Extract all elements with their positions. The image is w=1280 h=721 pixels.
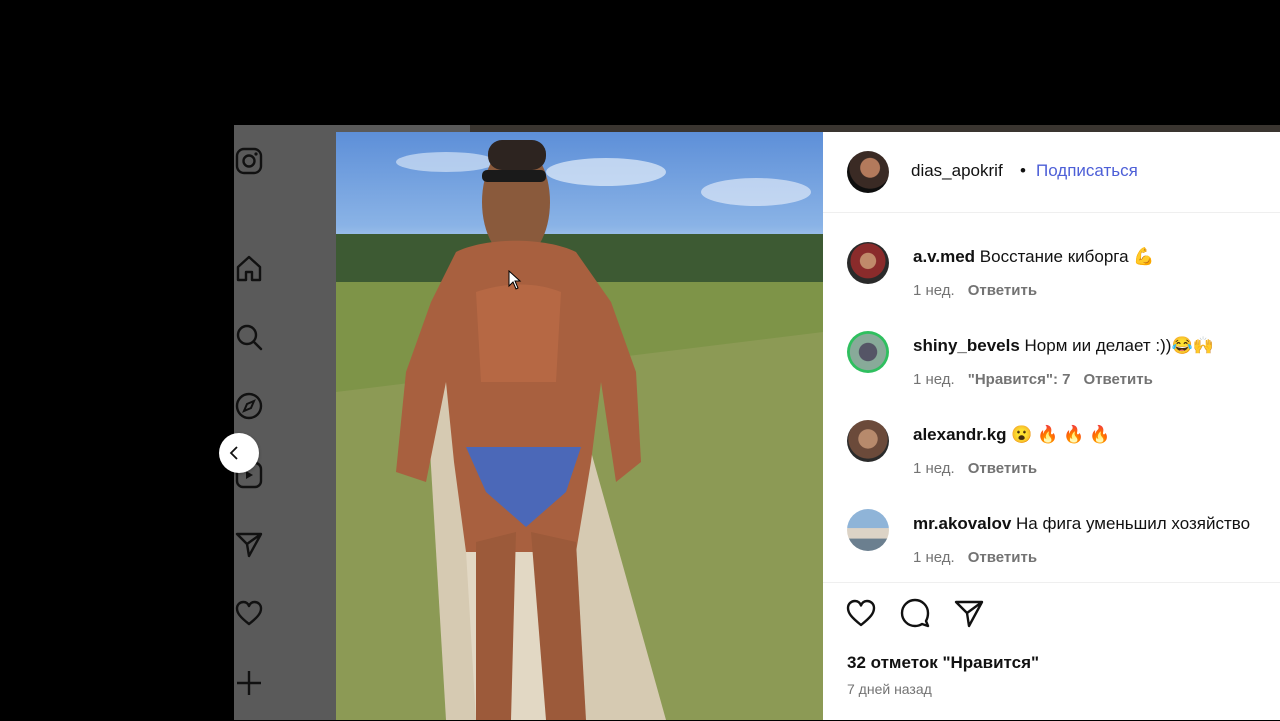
post-side-panel: dias_apokrif • Подписаться a.v.med Восст… bbox=[823, 132, 1280, 720]
reply-button[interactable]: Ответить bbox=[968, 460, 1037, 477]
comment-text: 😮 🔥 🔥 🔥 bbox=[1011, 425, 1111, 444]
comment-item: shiny_bevels Норм ии делает :))😂🙌 1 нед.… bbox=[823, 331, 1280, 411]
reply-button[interactable]: Ответить bbox=[1084, 371, 1153, 388]
instagram-icon[interactable] bbox=[234, 146, 264, 176]
home-icon[interactable] bbox=[234, 253, 264, 283]
comment-time: 1 нед. bbox=[913, 549, 955, 566]
comment-username[interactable]: shiny_bevels bbox=[913, 336, 1020, 355]
comment-item: mr.akovalov На фига уменьшил хозяйство 1… bbox=[823, 509, 1280, 589]
comment-likes-count[interactable]: "Нравится": 7 bbox=[968, 371, 1071, 388]
comment-text: На фига уменьшил хозяйство bbox=[1016, 514, 1251, 533]
mouse-cursor-icon bbox=[508, 270, 522, 290]
feed-strip bbox=[470, 125, 1280, 132]
comment-username[interactable]: mr.akovalov bbox=[913, 514, 1011, 533]
post-photo bbox=[336, 140, 823, 720]
comment-time: 1 нед. bbox=[913, 371, 955, 388]
post-author-username[interactable]: dias_apokrif bbox=[911, 161, 1003, 181]
chevron-left-icon bbox=[229, 446, 238, 460]
create-icon[interactable] bbox=[234, 668, 264, 698]
comment-item: alexandr.kg 😮 🔥 🔥 🔥 1 нед. Ответить bbox=[823, 420, 1280, 500]
follow-button[interactable]: Подписаться bbox=[1036, 161, 1138, 181]
comment-icon[interactable] bbox=[899, 597, 931, 629]
explore-icon[interactable] bbox=[234, 391, 264, 421]
search-icon[interactable] bbox=[234, 322, 264, 352]
notifications-icon[interactable] bbox=[234, 598, 264, 628]
comment-time: 1 нед. bbox=[913, 460, 955, 477]
post-image[interactable] bbox=[336, 132, 823, 720]
reply-button[interactable]: Ответить bbox=[968, 282, 1037, 299]
post-timestamp: 7 дней назад bbox=[847, 681, 932, 697]
likes-count[interactable]: 32 отметок "Нравится" bbox=[847, 653, 1039, 673]
avatar[interactable] bbox=[847, 151, 889, 193]
comment-username[interactable]: a.v.med bbox=[913, 247, 975, 266]
post-header: dias_apokrif • Подписаться bbox=[823, 132, 1280, 213]
comment-text: Норм ии делает :))😂🙌 bbox=[1024, 336, 1214, 355]
avatar[interactable] bbox=[847, 509, 889, 551]
separator-dot: • bbox=[1020, 161, 1026, 180]
comment-text: Восстание киборга 💪 bbox=[979, 247, 1155, 266]
messages-icon[interactable] bbox=[234, 529, 264, 559]
comment-item: a.v.med Восстание киборга 💪 1 нед. Ответи… bbox=[823, 242, 1280, 322]
heart-icon[interactable] bbox=[845, 597, 877, 629]
reply-button[interactable]: Ответить bbox=[968, 549, 1037, 566]
share-icon[interactable] bbox=[953, 597, 985, 629]
avatar[interactable] bbox=[847, 331, 889, 373]
comment-username[interactable]: alexandr.kg bbox=[913, 425, 1007, 444]
avatar[interactable] bbox=[847, 420, 889, 462]
avatar[interactable] bbox=[847, 242, 889, 284]
previous-post-button[interactable] bbox=[219, 433, 259, 473]
post-actions: 32 отметок "Нравится" 7 дней назад bbox=[823, 582, 1280, 721]
comment-time: 1 нед. bbox=[913, 282, 955, 299]
